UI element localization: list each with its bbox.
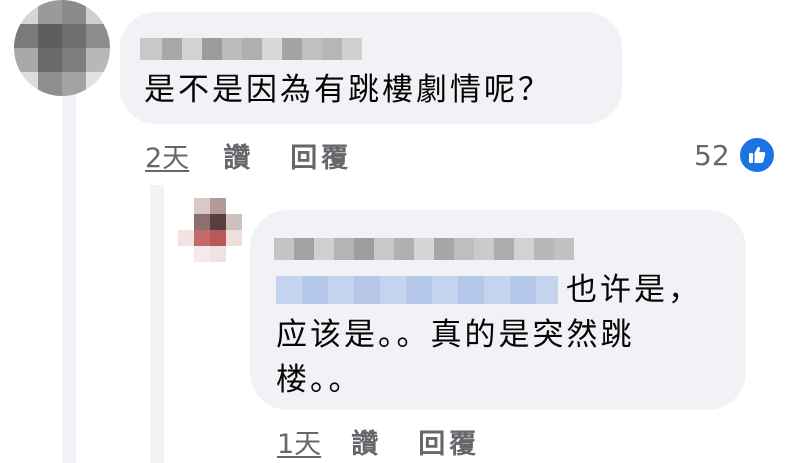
avatar-pixel xyxy=(210,198,226,214)
comment-actions: 2天 讚 回覆 xyxy=(145,136,352,175)
avatar-pixel xyxy=(226,214,242,230)
avatar-pixel xyxy=(178,246,194,262)
comment-text: 是不是因為有跳樓劇情呢？ xyxy=(144,72,552,108)
reply-like-button[interactable]: 讚 xyxy=(351,422,382,461)
avatar-pixel xyxy=(178,214,194,230)
avatar-pixel xyxy=(194,214,210,230)
like-button[interactable]: 讚 xyxy=(223,136,254,175)
avatar-pixel xyxy=(194,198,210,214)
avatar-pixel xyxy=(86,24,110,48)
avatar-pixel xyxy=(62,0,86,24)
avatar-pixel xyxy=(210,230,226,246)
comment-timestamp[interactable]: 2天 xyxy=(145,136,189,175)
reply-reply-button[interactable]: 回覆 xyxy=(418,422,480,461)
reply-actions: 1天 讚 回覆 xyxy=(277,422,480,461)
avatar-pixel xyxy=(226,246,242,262)
reply-timestamp[interactable]: 1天 xyxy=(277,422,321,461)
avatar-pixel xyxy=(14,0,38,24)
avatar-pixel xyxy=(86,0,110,24)
avatar-pixel xyxy=(14,48,38,72)
avatar-pixel xyxy=(178,230,194,246)
reaction-summary[interactable]: 52 xyxy=(694,136,776,174)
avatar-pixel xyxy=(194,246,210,262)
mention-tag[interactable] xyxy=(276,276,558,304)
avatar-pixel xyxy=(86,72,110,96)
reply-text-block: 也许是，应该是。。真的是突然跳楼。。 xyxy=(276,268,716,403)
avatar-pixel xyxy=(38,24,62,48)
avatar-pixel xyxy=(62,24,86,48)
avatar-pixel xyxy=(226,230,242,246)
thumbs-up-icon xyxy=(737,136,776,174)
commenter-name[interactable] xyxy=(140,38,362,60)
avatar-pixel xyxy=(14,24,38,48)
commenter-avatar[interactable] xyxy=(14,0,110,96)
avatar-pixel xyxy=(226,198,242,214)
avatar-pixel xyxy=(194,230,210,246)
avatar-pixel xyxy=(38,0,62,24)
avatar-pixel xyxy=(38,72,62,96)
reply-connector-line xyxy=(150,185,164,463)
avatar-pixel xyxy=(210,246,226,262)
thread-connector-line xyxy=(62,88,76,463)
avatar-pixel xyxy=(62,48,86,72)
replier-name[interactable] xyxy=(274,238,574,260)
avatar-pixel xyxy=(178,198,194,214)
avatar-pixel xyxy=(62,72,86,96)
avatar-pixel xyxy=(86,48,110,72)
avatar-pixel xyxy=(14,72,38,96)
reaction-count: 52 xyxy=(694,138,730,172)
avatar-pixel xyxy=(210,214,226,230)
avatar-pixel xyxy=(38,48,62,72)
reply-button[interactable]: 回覆 xyxy=(290,136,352,175)
replier-avatar[interactable] xyxy=(178,198,242,262)
